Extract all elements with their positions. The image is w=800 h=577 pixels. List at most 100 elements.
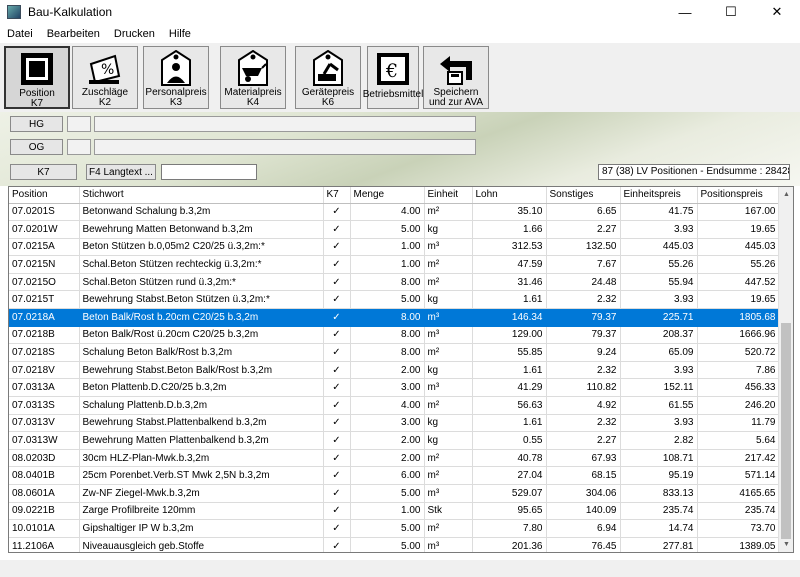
cell-einheit[interactable]: kg: [424, 290, 473, 310]
cell-positionspreis[interactable]: 5.64: [697, 431, 780, 450]
cell-position[interactable]: 08.0601A: [9, 484, 80, 503]
cell-einheitspreis[interactable]: 3.93: [620, 290, 698, 310]
cell-position[interactable]: 07.0218V: [9, 361, 80, 380]
cell-lohn[interactable]: 1.61: [472, 290, 547, 310]
cell-menge[interactable]: 5.00: [350, 537, 425, 552]
cell-stichwort[interactable]: 30cm HLZ-Plan-Mwk.b.3,2m: [79, 449, 324, 468]
cell-k7[interactable]: ✓: [323, 414, 351, 433]
cell-lohn[interactable]: 41.29: [472, 378, 547, 398]
column-header-stichwort[interactable]: Stichwort: [79, 187, 324, 204]
cell-einheitspreis[interactable]: 3.93: [620, 414, 698, 433]
cell-einheit[interactable]: m³: [424, 378, 473, 398]
cell-k7[interactable]: ✓: [323, 361, 351, 380]
cell-einheit[interactable]: m³: [424, 308, 473, 327]
table-row[interactable]: 09.0221B Zarge Profilbreite 120mm ✓ 1.00 Stk…: [9, 502, 780, 521]
cell-stichwort[interactable]: 25cm Porenbet.Verb.ST Mwk 2,5N b.3,2m: [79, 466, 324, 485]
cell-sonstiges[interactable]: 2.27: [546, 431, 621, 450]
cell-stichwort[interactable]: Beton Balk/Rost ü.20cm C20/25 b.3,2m: [79, 326, 324, 345]
cell-position[interactable]: 07.0218B: [9, 326, 80, 345]
cell-sonstiges[interactable]: 9.24: [546, 343, 621, 362]
cell-positionspreis[interactable]: 571.14: [697, 466, 780, 485]
vertical-scrollbar[interactable]: ▲ ▼: [778, 187, 793, 552]
scroll-thumb[interactable]: [781, 323, 791, 539]
cell-stichwort[interactable]: Bewehrung Stabst.Beton Stützen ü.3,2m:*: [79, 290, 324, 310]
cell-k7[interactable]: ✓: [323, 238, 351, 257]
table-row[interactable]: 07.0313S Schalung Plattenb.D.b.3,2m ✓ 4.00 m…: [9, 396, 780, 415]
cell-position[interactable]: 08.0203D: [9, 449, 80, 468]
menu-drucken[interactable]: Drucken: [107, 24, 162, 44]
table-row[interactable]: 07.0215A Beton Stützen b.0,05m2 C20/25 ü.…: [9, 238, 780, 257]
cell-position[interactable]: 07.0218S: [9, 343, 80, 362]
cell-einheitspreis[interactable]: 55.26: [620, 255, 698, 274]
cell-menge[interactable]: 1.00: [350, 502, 425, 521]
column-header-k7[interactable]: K7: [323, 187, 351, 204]
position-button[interactable]: Position K7: [4, 46, 70, 109]
table-row[interactable]: 07.0215T Bewehrung Stabst.Beton Stützen ü…: [9, 290, 780, 310]
cell-einheitspreis[interactable]: 41.75: [620, 203, 698, 222]
cell-einheitspreis[interactable]: 55.94: [620, 273, 698, 292]
cell-k7[interactable]: ✓: [323, 290, 351, 310]
hg-code-field[interactable]: [67, 116, 91, 132]
cell-stichwort[interactable]: Bewehrung Stabst.Beton Balk/Rost b.3,2m: [79, 361, 324, 380]
cell-position[interactable]: 07.0313W: [9, 431, 80, 450]
cell-positionspreis[interactable]: 1666.96: [697, 326, 780, 345]
cell-lohn[interactable]: 129.00: [472, 326, 547, 345]
cell-einheitspreis[interactable]: 108.71: [620, 449, 698, 468]
cell-einheit[interactable]: m³: [424, 238, 473, 257]
cell-stichwort[interactable]: Bewehrung Matten Plattenbalkend b.3,2m: [79, 431, 324, 450]
cell-lohn[interactable]: 312.53: [472, 238, 547, 257]
cell-positionspreis[interactable]: 246.20: [697, 396, 780, 415]
cell-positionspreis[interactable]: 7.86: [697, 361, 780, 380]
cell-einheit[interactable]: m²: [424, 255, 473, 274]
cell-lohn[interactable]: 7.80: [472, 519, 547, 538]
cell-einheitspreis[interactable]: 152.11: [620, 378, 698, 398]
cell-sonstiges[interactable]: 4.92: [546, 396, 621, 415]
geraetepreis-button[interactable]: Gerätepreis K6: [295, 46, 361, 109]
cell-einheitspreis[interactable]: 235.74: [620, 502, 698, 521]
cell-sonstiges[interactable]: 76.45: [546, 537, 621, 552]
cell-einheitspreis[interactable]: 95.19: [620, 466, 698, 485]
cell-einheit[interactable]: m³: [424, 537, 473, 552]
cell-stichwort[interactable]: Schalung Beton Balk/Rost b.3,2m: [79, 343, 324, 362]
cell-sonstiges[interactable]: 140.09: [546, 502, 621, 521]
cell-sonstiges[interactable]: 6.94: [546, 519, 621, 538]
langtext-input[interactable]: [161, 164, 257, 180]
cell-einheitspreis[interactable]: 225.71: [620, 308, 698, 327]
cell-positionspreis[interactable]: 235.74: [697, 502, 780, 521]
cell-k7[interactable]: ✓: [323, 203, 351, 222]
cell-stichwort[interactable]: Bewehrung Matten Betonwand b.3,2m: [79, 220, 324, 239]
column-header-positionspreis[interactable]: Positionspreis: [697, 187, 780, 204]
cell-stichwort[interactable]: Beton Stützen b.0,05m2 C20/25 ü.3,2m:*: [79, 238, 324, 257]
cell-sonstiges[interactable]: 79.37: [546, 326, 621, 345]
minimize-button[interactable]: —: [662, 0, 708, 24]
menu-bearbeiten[interactable]: Bearbeiten: [40, 24, 107, 44]
table-row[interactable]: 07.0313V Bewehrung Stabst.Plattenbalkend …: [9, 414, 780, 433]
hg-button[interactable]: HG: [10, 116, 63, 132]
og-code-field[interactable]: [67, 139, 91, 155]
cell-menge[interactable]: 5.00: [350, 220, 425, 239]
table-row[interactable]: 07.0215O Schal.Beton Stützen rund ü.3,2m:…: [9, 273, 780, 292]
cell-sonstiges[interactable]: 24.48: [546, 273, 621, 292]
cell-menge[interactable]: 1.00: [350, 255, 425, 274]
cell-einheit[interactable]: m²: [424, 466, 473, 485]
cell-positionspreis[interactable]: 73.70: [697, 519, 780, 538]
cell-einheitspreis[interactable]: 61.55: [620, 396, 698, 415]
cell-einheitspreis[interactable]: 65.09: [620, 343, 698, 362]
cell-stichwort[interactable]: Schal.Beton Stützen rechteckig ü.3,2m:*: [79, 255, 324, 274]
cell-einheit[interactable]: m²: [424, 449, 473, 468]
cell-positionspreis[interactable]: 520.72: [697, 343, 780, 362]
materialpreis-button[interactable]: Materialpreis K4: [220, 46, 286, 109]
cell-sonstiges[interactable]: 304.06: [546, 484, 621, 503]
cell-sonstiges[interactable]: 2.32: [546, 361, 621, 380]
cell-position[interactable]: 07.0215T: [9, 290, 80, 310]
cell-menge[interactable]: 2.00: [350, 361, 425, 380]
cell-k7[interactable]: ✓: [323, 537, 351, 552]
table-row[interactable]: 07.0218V Bewehrung Stabst.Beton Balk/Rost…: [9, 361, 780, 380]
cell-stichwort[interactable]: Zw-NF Ziegel-Mwk.b.3,2m: [79, 484, 324, 503]
cell-sonstiges[interactable]: 68.15: [546, 466, 621, 485]
cell-menge[interactable]: 4.00: [350, 396, 425, 415]
cell-lohn[interactable]: 1.61: [472, 361, 547, 380]
cell-sonstiges[interactable]: 2.27: [546, 220, 621, 239]
cell-positionspreis[interactable]: 55.26: [697, 255, 780, 274]
cell-positionspreis[interactable]: 4165.65: [697, 484, 780, 503]
